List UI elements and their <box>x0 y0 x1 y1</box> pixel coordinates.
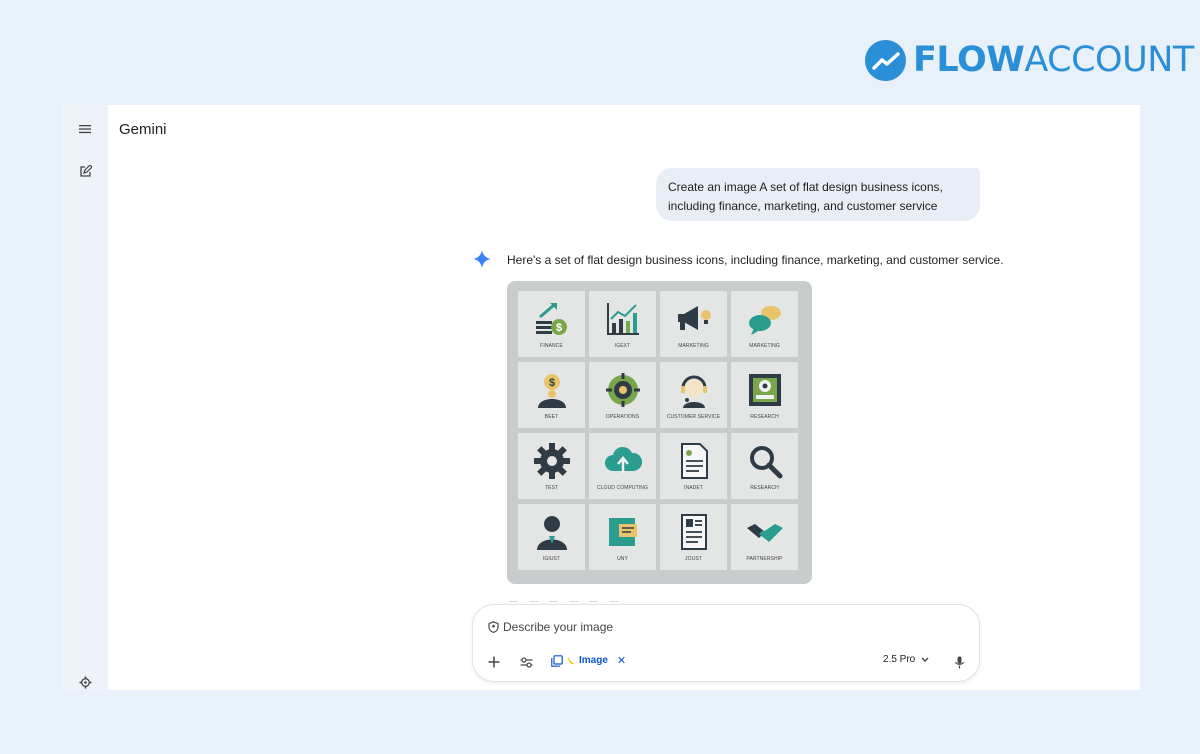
operations-target-icon <box>605 373 640 407</box>
tile-label: TEST <box>544 485 559 491</box>
response-text: Here's a set of flat design business ico… <box>507 253 1004 267</box>
tile-label: MARKETING <box>678 343 709 349</box>
tile-label: INADET <box>684 485 703 491</box>
user-prompt-bubble: Create an image A set of flat design bus… <box>656 168 980 221</box>
flowaccount-logo-icon <box>865 40 906 81</box>
image-tool-label: Image <box>579 655 608 666</box>
tile-label: BEET <box>544 414 559 420</box>
gemini-spark-icon <box>473 250 491 268</box>
flowaccount-logo-text: FLOWACCOUNT <box>913 40 1194 80</box>
tile-label: FINANCE <box>540 343 563 349</box>
growth-chart-icon <box>606 303 639 335</box>
tile-label: CLOUD COMPUTING <box>597 485 648 491</box>
icon-tile: RESEARCH <box>731 362 798 428</box>
tools-sliders-icon[interactable] <box>516 652 536 672</box>
banana-icon <box>568 657 575 664</box>
icon-tile: $ FINANCE <box>518 291 585 357</box>
tile-label: IGIUST <box>542 556 561 562</box>
tile-label: IGEXT <box>614 343 631 349</box>
prompt-placeholder: Describe your image <box>503 620 614 634</box>
icon-tile: $ BEET <box>518 362 585 428</box>
prompt-composer: Describe your image Image ✕ 2.5 Pro <box>472 604 980 682</box>
close-chip-icon[interactable]: ✕ <box>617 654 626 667</box>
shield-icon <box>488 621 499 633</box>
side-rail <box>62 105 108 690</box>
businessman-dollar-icon: $ <box>537 374 566 408</box>
icon-tile: CLOUD COMPUTING <box>589 433 656 499</box>
svg-text:$: $ <box>548 377 554 389</box>
model-selector[interactable]: 2.5 Pro <box>883 654 929 665</box>
icon-tile: RESEARCH <box>731 433 798 499</box>
icon-tile: UNY <box>589 504 656 570</box>
megaphone-icon <box>677 306 711 330</box>
settings-gear-icon[interactable] <box>74 671 96 693</box>
chat-bubbles-icon <box>748 306 781 335</box>
gear-icon <box>533 443 570 479</box>
icon-tile: PARTNERSHIP <box>731 504 798 570</box>
notes-icon <box>608 518 637 546</box>
gemini-app-window: Gemini Create an image A set of flat des… <box>62 105 1140 690</box>
image-tool-chip[interactable]: Image ✕ <box>551 654 626 667</box>
image-gallery-icon <box>551 654 563 667</box>
tile-label: OPERATIONS <box>605 414 640 420</box>
tile-label: MARKETING <box>749 343 780 349</box>
icon-tile: OPERATIONS <box>589 362 656 428</box>
icon-tile: CUSTOMER SERVICE <box>660 362 727 428</box>
tile-label: RESEARCH <box>750 485 779 491</box>
icon-tile: MARKETING <box>731 291 798 357</box>
resume-icon <box>680 514 707 550</box>
chevron-down-icon <box>921 657 929 662</box>
finance-icon: $ <box>535 303 567 335</box>
magnifier-icon <box>749 446 782 479</box>
research-board-icon <box>748 374 781 406</box>
icon-tile: MARKETING <box>660 291 727 357</box>
headset-agent-icon <box>680 375 707 408</box>
svg-text:$: $ <box>555 322 561 334</box>
tile-label: PARTNERSHIP <box>746 556 783 562</box>
flowaccount-logo: FLOWACCOUNT <box>865 40 1194 81</box>
app-title: Gemini <box>119 121 167 138</box>
icon-tile: IGIUST <box>518 504 585 570</box>
microphone-icon[interactable] <box>949 652 969 672</box>
icon-tile: TEST <box>518 433 585 499</box>
icon-tile: INADET <box>660 433 727 499</box>
hamburger-menu-icon[interactable] <box>74 118 96 140</box>
icon-tile: IGEXT <box>589 291 656 357</box>
generated-image[interactable]: $ FINANCE IGEXT MARKETING MARKETING $ BE… <box>507 281 812 584</box>
handshake-icon <box>746 524 783 542</box>
icon-tile: JOUST <box>660 504 727 570</box>
person-icon <box>536 516 567 550</box>
model-label: 2.5 Pro <box>883 654 916 665</box>
document-icon <box>680 443 708 479</box>
prompt-input[interactable]: Describe your image <box>488 620 613 634</box>
tile-label: CUSTOMER SERVICE <box>666 414 721 420</box>
cloud-upload-icon <box>604 446 642 473</box>
add-plus-icon[interactable] <box>484 652 504 672</box>
tile-label: JOUST <box>685 556 702 562</box>
tile-label: UNY <box>617 556 628 562</box>
tile-label: RESEARCH <box>750 414 779 420</box>
new-chat-edit-icon[interactable] <box>74 160 96 182</box>
